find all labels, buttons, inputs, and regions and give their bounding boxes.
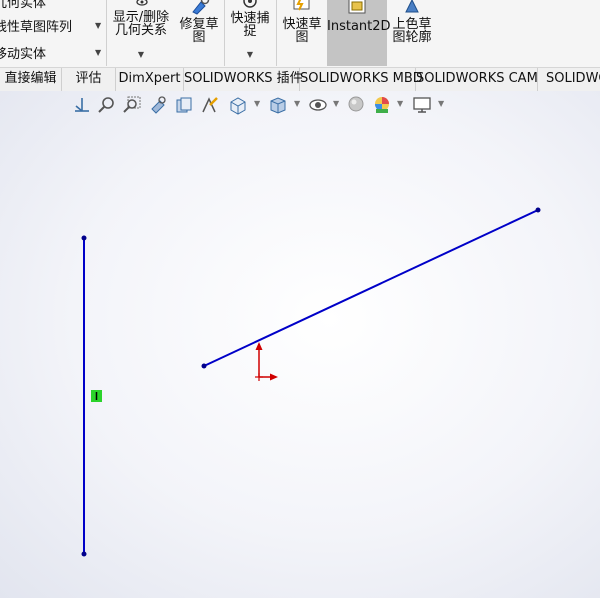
ribbon-separator (106, 0, 107, 66)
sketch-line-angled[interactable] (203, 209, 539, 367)
instant2d-button[interactable]: Instant2D (327, 0, 391, 66)
hide-show-items-icon[interactable] (308, 95, 328, 115)
section-view-icon[interactable] (174, 95, 194, 115)
view-orientation-icon[interactable] (72, 95, 92, 115)
shaded-sketch-icon (405, 0, 419, 13)
quick-snaps-button[interactable]: 快速捕 捉 ▼ (226, 0, 274, 66)
view-settings-icon[interactable] (412, 95, 432, 115)
tab-dimxpert[interactable]: DimXpert (116, 68, 184, 91)
sketch-endpoint[interactable] (535, 207, 541, 213)
ribbon-separator (224, 0, 225, 66)
instant2d-label: Instant2D (327, 19, 391, 34)
zoom-to-fit-icon[interactable] (97, 95, 117, 115)
sketch-drawing (81, 207, 541, 557)
hide-show-dropdown-caret[interactable]: ▼ (333, 99, 339, 108)
vertical-relation-marker[interactable] (91, 390, 102, 402)
view-settings-dropdown-caret[interactable]: ▼ (438, 99, 444, 108)
sketch-origin-icon[interactable] (255, 342, 278, 381)
rapid-sketch-label-2: 图 (295, 30, 309, 45)
sketch-endpoint[interactable] (81, 551, 87, 557)
command-manager-tabs: 直接编辑 评估 DimXpert SOLIDWORKS 插件 SOLIDWORK… (0, 67, 600, 92)
sketch-endpoint[interactable] (201, 363, 207, 369)
graphics-area[interactable] (0, 91, 600, 598)
display-style-dropdown-caret[interactable]: ▼ (294, 99, 300, 108)
dynamic-annotation-icon[interactable] (200, 95, 220, 115)
previous-view-icon[interactable] (148, 95, 168, 115)
tab-evaluate[interactable]: 评估 (62, 68, 116, 91)
move-entities-item[interactable]: 移动实体 (0, 43, 46, 62)
quick-snaps-label-2: 捉 (243, 24, 257, 39)
tab-direct-editing[interactable]: 直接编辑 (0, 68, 62, 91)
rapid-sketch-icon (293, 0, 310, 11)
quick-snap-icon (243, 0, 257, 8)
command-manager-ribbon: 几何实体 线性草图阵列 ▼ 移动实体 ▼ 显示/删除 几何关系 ▼ 修复草 图 … (0, 0, 600, 67)
tab-solidworks-more[interactable]: SOLIDWO (538, 68, 600, 91)
move-entities-dropdown-caret[interactable]: ▼ (95, 48, 101, 57)
repair-sketch-label-2: 图 (192, 30, 206, 45)
instant2d-icon (348, 0, 366, 14)
display-delete-dropdown-caret[interactable]: ▼ (108, 48, 174, 61)
quick-snaps-dropdown-caret[interactable]: ▼ (226, 48, 274, 61)
tab-solidworks-cam[interactable]: SOLIDWORKS CAM (416, 68, 538, 91)
rapid-sketch-button[interactable]: 快速草 图 (278, 0, 326, 66)
linear-sketch-pattern-item[interactable]: 线性草图阵列 (0, 16, 72, 35)
repair-sketch-icon (192, 0, 210, 15)
linear-pattern-dropdown-caret[interactable]: ▼ (95, 21, 101, 30)
ribbon-list-item-partial[interactable]: 几何实体 (0, 0, 46, 11)
shaded-sketch-label-2: 图轮廓 (392, 30, 432, 45)
apply-scene-dropdown-caret[interactable]: ▼ (397, 99, 403, 108)
relations-icon (136, 0, 148, 6)
view-orientation-dropdown-caret[interactable]: ▼ (254, 99, 260, 108)
tab-solidworks-addins[interactable]: SOLIDWORKS 插件 (184, 68, 303, 91)
sketch-endpoint[interactable] (81, 235, 87, 241)
view-orientation-cube-icon[interactable] (228, 95, 248, 115)
heads-up-view-toolbar: ▼ ▼ ▼ ▼ ▼ (0, 91, 600, 121)
shaded-sketch-contours-button[interactable]: 上色草 图轮廓 (388, 0, 436, 66)
display-style-icon[interactable] (268, 95, 288, 115)
repair-sketch-button[interactable]: 修复草 图 (176, 0, 222, 66)
display-delete-label-2: 几何关系 (114, 23, 167, 38)
display-delete-relations-button[interactable]: 显示/删除 几何关系 ▼ (108, 0, 174, 66)
tab-solidworks-mbd[interactable]: SOLIDWORKS MBD (300, 68, 423, 91)
apply-scene-icon[interactable] (372, 95, 392, 115)
sketch-tools-list: 几何实体 线性草图阵列 ▼ 移动实体 ▼ (0, 0, 106, 67)
ribbon-separator (276, 0, 277, 66)
edit-appearance-icon[interactable] (346, 95, 366, 115)
zoom-to-area-icon[interactable] (122, 95, 142, 115)
